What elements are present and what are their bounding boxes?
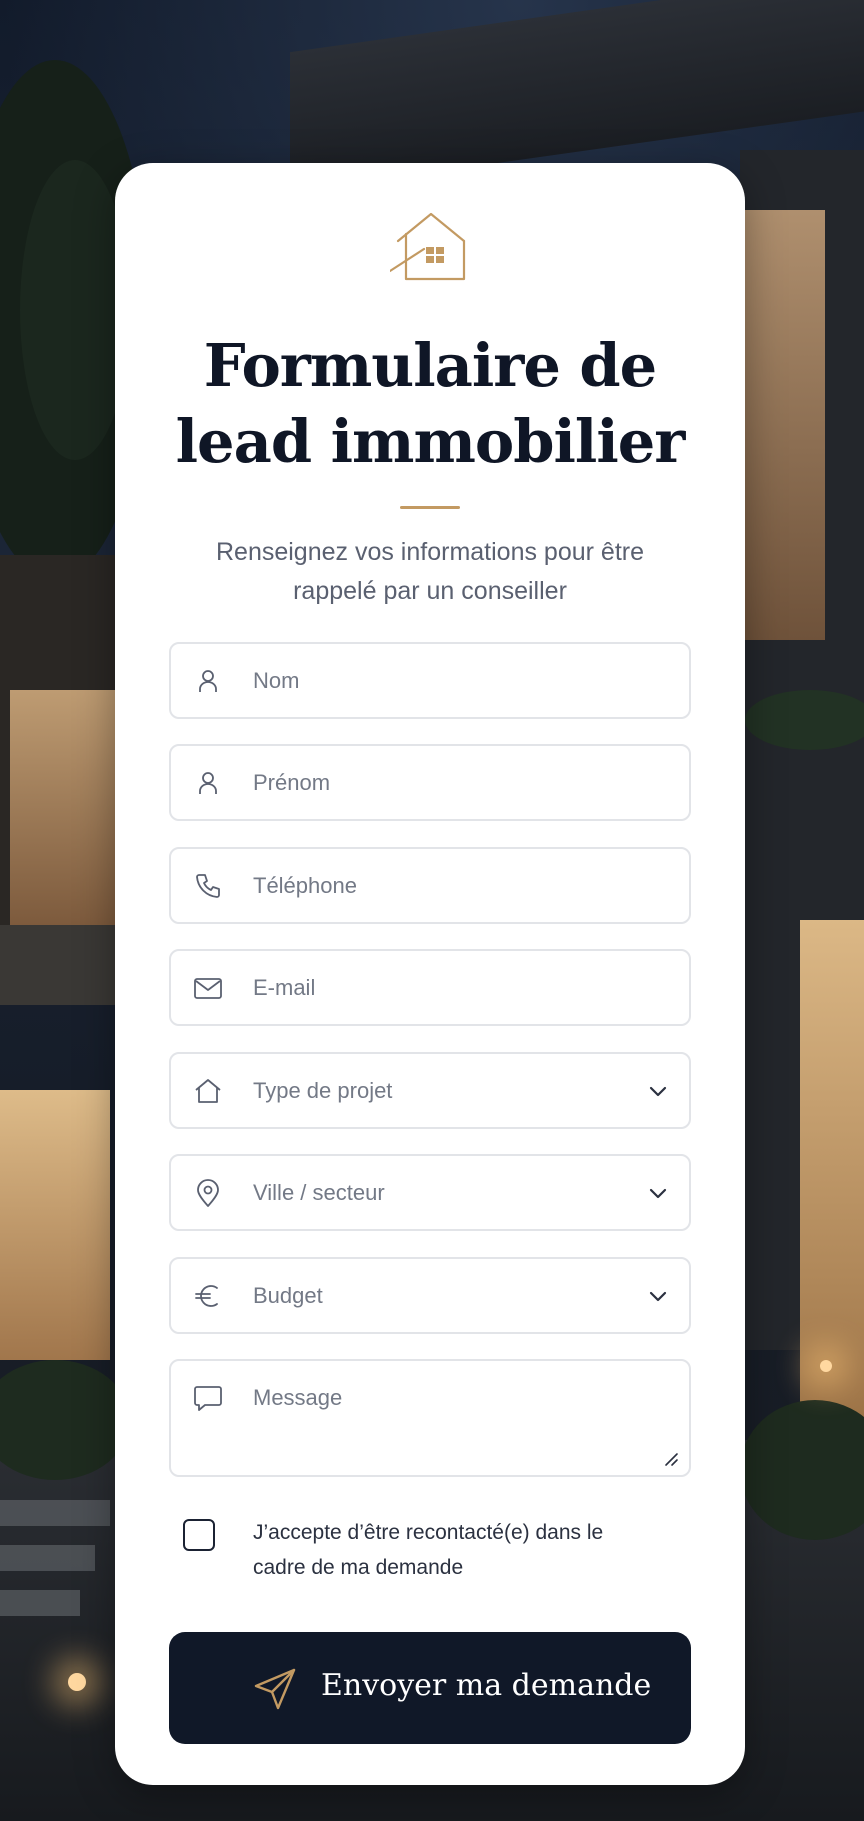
email-placeholder: E-mail [253,974,316,1000]
email-field[interactable]: E-mail [169,949,691,1026]
first-name-placeholder: Prénom [253,769,331,795]
consent-label-line-1: J’accepte d’être recontacté(e) dans le [253,1521,604,1544]
subtitle-line-1: Renseignez vos informations pour être [215,538,644,566]
page-title: Formulaire de lead immobilier [115,328,745,480]
user-icon [199,669,217,692]
budget-select[interactable]: Budget [169,1257,691,1334]
title-line-1: Formulaire de [203,331,657,400]
consent-label-line-2: cadre de ma demande [253,1556,464,1579]
lead-form-card: Formulaire de lead immobilier Renseignez… [115,163,745,1785]
last-name-placeholder: Nom [253,667,300,693]
project-type-select[interactable]: Type de projet [169,1052,691,1129]
consent-checkbox[interactable] [183,1519,215,1551]
chevron-down-icon [649,1188,667,1198]
resize-handle-icon[interactable] [663,1451,679,1467]
city-sector-placeholder: Ville / secteur [253,1179,385,1205]
consent-row[interactable]: J’accepte d’être recontacté(e) dans le c… [183,1515,703,1585]
user-icon [199,771,217,794]
phone-icon [196,873,220,898]
city-sector-select[interactable]: Ville / secteur [169,1154,691,1231]
phone-placeholder: Téléphone [253,872,357,898]
submit-button[interactable]: Envoyer ma demande [169,1632,691,1744]
chat-bubble-icon [194,1386,222,1411]
subtitle-line-2: rappelé par un conseiller [293,577,567,605]
home-icon [195,1078,221,1103]
message-textarea[interactable]: Message [169,1359,691,1477]
chevron-down-icon [649,1291,667,1301]
house-logo-icon [390,212,466,281]
consent-label: J’accepte d’être recontacté(e) dans le c… [253,1515,603,1585]
phone-field[interactable]: Téléphone [169,847,691,924]
chevron-down-icon [649,1086,667,1096]
location-pin-icon [197,1178,219,1207]
subtitle: Renseignez vos informations pour être ra… [175,533,685,611]
first-name-field[interactable]: Prénom [169,744,691,821]
mail-icon [194,977,222,999]
title-line-2: lead immobilier [175,407,686,476]
euro-icon [195,1284,218,1307]
paper-plane-icon [254,1668,296,1710]
submit-button-label: Envoyer ma demande [321,1668,652,1703]
title-divider [400,506,460,509]
budget-placeholder: Budget [253,1282,323,1308]
message-placeholder: Message [253,1385,343,1410]
project-type-placeholder: Type de projet [253,1077,393,1103]
last-name-field[interactable]: Nom [169,642,691,719]
